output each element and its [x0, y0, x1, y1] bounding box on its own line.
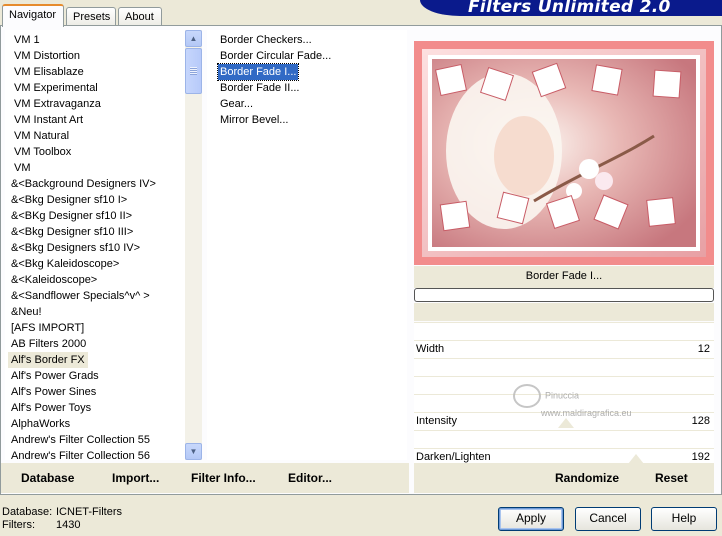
tab-presets[interactable]: Presets: [66, 7, 116, 26]
scroll-thumb[interactable]: [185, 48, 202, 94]
param-empty: [414, 430, 714, 448]
category-item[interactable]: VM Extravaganza: [11, 96, 104, 112]
category-item[interactable]: VM Instant Art: [11, 112, 86, 128]
category-item[interactable]: VM Elisablaze: [11, 64, 87, 80]
param-value: 192: [691, 451, 710, 463]
preview-image: [414, 41, 714, 265]
filter-item[interactable]: Border Fade II...: [218, 80, 301, 96]
category-item[interactable]: Andrew's Filter Collection 56: [8, 448, 153, 460]
filter-item[interactable]: Mirror Bevel...: [218, 112, 290, 128]
category-item-selected[interactable]: Alf's Border FX: [8, 352, 88, 368]
category-item[interactable]: &<Bkg Designers sf10 IV>: [8, 240, 143, 256]
filter-item[interactable]: Border Circular Fade...: [218, 48, 333, 64]
filter-item[interactable]: Border Checkers...: [218, 32, 314, 48]
category-item[interactable]: &<Bkg Designer sf10 III>: [8, 224, 136, 240]
category-item[interactable]: &Neu!: [8, 304, 45, 320]
database-button[interactable]: Database: [21, 471, 74, 485]
cancel-button[interactable]: Cancel: [575, 507, 641, 531]
param-width[interactable]: Width 12: [414, 340, 714, 358]
scroll-down-icon[interactable]: ▼: [185, 443, 202, 460]
import-label: Import...: [112, 471, 160, 485]
editor-label: Editor...: [288, 471, 333, 485]
database-status-label: Database:: [2, 506, 53, 518]
category-item[interactable]: &<Bkg Designer sf10 I>: [8, 192, 130, 208]
param-empty: [414, 322, 714, 340]
watermark-url: www.maldiragrafica.eu: [541, 408, 632, 418]
param-value: 128: [691, 415, 710, 427]
category-item[interactable]: VM: [11, 160, 34, 176]
navigator-panel: VM 1 VM Distortion VM Elisablaze VM Expe…: [0, 25, 722, 495]
slider-tick-icon: [558, 418, 574, 428]
param-value: 12: [697, 343, 710, 355]
filter-info-button[interactable]: Filter Info...: [191, 471, 256, 485]
preview-artwork: [422, 49, 706, 257]
filter-list[interactable]: Border Checkers... Border Circular Fade.…: [207, 30, 407, 460]
category-item[interactable]: &<Sandflower Specials^v^ >: [8, 288, 153, 304]
spacer: [414, 303, 714, 321]
filters-count-label: Filters:: [2, 519, 35, 531]
apply-button[interactable]: Apply: [498, 507, 564, 531]
app-title: Filters Unlimited 2.0: [468, 0, 671, 16]
status-area: Database: ICNET-Filters Filters: 1430: [2, 506, 122, 532]
category-item[interactable]: VM Distortion: [11, 48, 83, 64]
scroll-up-icon[interactable]: ▲: [185, 30, 202, 47]
param-empty: [414, 358, 714, 376]
help-button[interactable]: Help: [651, 507, 717, 531]
navigator-actions: Database Import... Filter Info... Editor…: [1, 463, 409, 493]
watermark-text: Pinuccia: [545, 390, 580, 401]
category-item[interactable]: &<Bkg Kaleidoscope>: [8, 256, 122, 272]
category-item[interactable]: VM Experimental: [11, 80, 101, 96]
category-item[interactable]: &<BKg Designer sf10 II>: [8, 208, 135, 224]
category-item[interactable]: Andrew's Filter Collection 55: [8, 432, 153, 448]
param-label: Width: [416, 343, 445, 355]
category-item[interactable]: AB Filters 2000: [8, 336, 89, 352]
import-button[interactable]: Import...: [112, 471, 159, 485]
category-item[interactable]: VM Toolbox: [11, 144, 74, 160]
editor-button[interactable]: Editor...: [288, 471, 332, 485]
progress-bar: [414, 288, 714, 302]
category-item[interactable]: AlphaWorks: [8, 416, 73, 432]
param-darken-lighten[interactable]: Darken/Lighten 192: [414, 448, 714, 464]
filter-name-bar: Border Fade I...: [414, 266, 714, 288]
category-scrollbar[interactable]: ▲ ▼: [185, 30, 202, 460]
tab-navigator[interactable]: Navigator: [2, 4, 64, 27]
category-item[interactable]: Alf's Power Grads: [8, 368, 102, 384]
filter-item[interactable]: Gear...: [218, 96, 255, 112]
database-status-value: ICNET-Filters: [56, 506, 122, 518]
title-banner: Filters Unlimited 2.0: [420, 0, 722, 16]
category-item[interactable]: Alf's Power Sines: [8, 384, 99, 400]
watermark-logo-icon: [513, 384, 541, 408]
category-item[interactable]: Alf's Power Toys: [8, 400, 94, 416]
tab-about[interactable]: About: [118, 7, 162, 26]
param-label: Intensity: [416, 415, 457, 427]
watermark: Pinuccia www.maldiragrafica.eu: [513, 384, 632, 418]
filter-info-label: Filter Info...: [191, 471, 256, 485]
category-item[interactable]: [AFS IMPORT]: [8, 320, 87, 336]
filters-count-value: 1430: [56, 519, 81, 531]
category-item[interactable]: VM Natural: [11, 128, 72, 144]
category-item[interactable]: &<Background Designers IV>: [8, 176, 159, 192]
param-label: Darken/Lighten: [416, 451, 491, 463]
reset-button[interactable]: Reset: [655, 471, 688, 485]
randomize-button[interactable]: Randomize: [555, 471, 619, 485]
current-filter-name: Border Fade I...: [525, 270, 603, 282]
category-item[interactable]: &<Kaleidoscope>: [8, 272, 100, 288]
filter-actions: Randomize Reset: [414, 463, 714, 493]
category-item[interactable]: VM 1: [11, 32, 43, 48]
database-label: Database: [21, 471, 75, 485]
category-list[interactable]: VM 1 VM Distortion VM Elisablaze VM Expe…: [5, 30, 185, 460]
filter-item-selected[interactable]: Border Fade I...: [216, 63, 300, 81]
